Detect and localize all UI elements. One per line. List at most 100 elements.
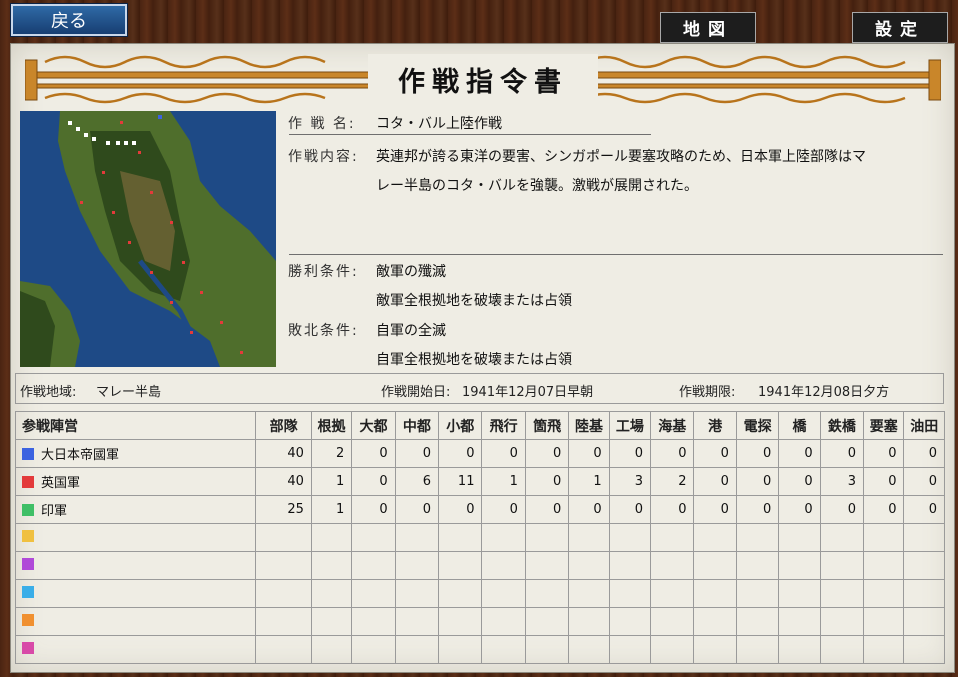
count-cell: 0 <box>903 467 945 496</box>
count-cell <box>735 635 780 664</box>
count-cell <box>255 607 312 636</box>
count-cell: 0 <box>438 439 483 468</box>
column-header: 港 <box>693 411 737 440</box>
count-cell: 0 <box>693 439 737 468</box>
count-cell <box>568 579 610 608</box>
count-cell <box>524 635 570 664</box>
count-cell <box>819 607 865 636</box>
defeat-condition-2: 自軍全根拠地を破壊または占領 <box>376 352 572 368</box>
faction-row[interactable] <box>14 551 945 580</box>
victory-label: 勝利条件: <box>288 264 359 280</box>
count-cell <box>903 523 945 552</box>
faction-color-swatch <box>22 558 34 570</box>
count-cell: 0 <box>903 495 945 524</box>
count-cell: 0 <box>863 439 905 468</box>
count-cell: 0 <box>481 439 526 468</box>
operation-content-label: 作戦内容: <box>288 149 359 165</box>
settings-button[interactable]: 設定 <box>852 12 948 43</box>
faction-cell <box>14 523 257 552</box>
count-cell <box>650 635 695 664</box>
column-header: 根拠 <box>310 411 353 440</box>
count-cell: 0 <box>778 495 821 524</box>
column-header: 工場 <box>608 411 652 440</box>
column-header: 飛行 <box>481 411 526 440</box>
operation-area-minimap[interactable] <box>20 111 276 367</box>
count-cell <box>819 635 865 664</box>
count-cell <box>608 551 652 580</box>
count-cell <box>524 551 570 580</box>
count-cell <box>735 551 780 580</box>
count-cell <box>863 551 905 580</box>
faction-row[interactable]: 英国軍 40 1 0 6 11 1 0 1 3 2 0 0 0 3 0 0 <box>14 467 945 496</box>
count-cell <box>255 635 312 664</box>
count-cell <box>481 579 526 608</box>
column-header: 油田 <box>903 411 945 440</box>
count-cell <box>778 551 821 580</box>
count-cell <box>650 551 695 580</box>
count-cell <box>693 551 737 580</box>
count-cell <box>255 579 312 608</box>
faction-row[interactable] <box>14 635 945 664</box>
count-cell <box>903 579 945 608</box>
count-cell: 6 <box>394 467 440 496</box>
count-cell <box>693 523 737 552</box>
count-cell <box>438 579 483 608</box>
operation-area: マレー半島 <box>96 385 162 400</box>
operation-period-bar: 作戦地域: マレー半島 作戦開始日: 1941年12月07日早朝 作戦期限: 1… <box>15 373 944 404</box>
operation-order-sheet: 作戦指令書 作 戦 名: コタ・バル上陸作戦 作戦内容: 英連邦が誇る東洋の要害… <box>10 43 955 673</box>
count-cell <box>778 607 821 636</box>
count-cell: 0 <box>568 439 610 468</box>
count-cell <box>310 607 353 636</box>
count-cell <box>568 523 610 552</box>
count-cell <box>310 635 353 664</box>
column-header: 箇飛 <box>524 411 570 440</box>
count-cell: 0 <box>735 467 780 496</box>
back-button[interactable]: 戻る <box>10 3 128 37</box>
count-cell <box>438 635 483 664</box>
count-cell: 2 <box>310 439 353 468</box>
faction-row[interactable]: 大日本帝國軍 40 2 0 0 0 0 0 0 0 0 0 0 0 0 0 0 <box>14 439 945 468</box>
count-cell <box>778 523 821 552</box>
faction-row[interactable] <box>14 523 945 552</box>
faction-name: 大日本帝國軍 <box>41 448 120 463</box>
count-cell: 1 <box>481 467 526 496</box>
operation-content-line2: レー半島のコタ・バルを強襲。激戦が展開された。 <box>376 178 698 194</box>
faction-row[interactable] <box>14 607 945 636</box>
count-cell <box>524 607 570 636</box>
divider <box>289 254 943 255</box>
count-cell <box>255 523 312 552</box>
page-title: 作戦指令書 <box>398 67 568 98</box>
faction-cell <box>14 607 257 636</box>
count-cell <box>778 635 821 664</box>
count-cell <box>608 523 652 552</box>
count-cell <box>903 635 945 664</box>
faction-color-swatch <box>22 530 34 542</box>
faction-cell: 大日本帝國軍 <box>14 439 257 468</box>
faction-cell <box>14 635 257 664</box>
count-cell: 0 <box>524 495 570 524</box>
count-cell: 0 <box>568 495 610 524</box>
count-cell: 0 <box>903 439 945 468</box>
count-cell <box>819 579 865 608</box>
column-header: 大都 <box>351 411 396 440</box>
count-cell <box>863 523 905 552</box>
faction-color-swatch <box>22 586 34 598</box>
faction-row[interactable]: 印軍 25 1 0 0 0 0 0 0 0 0 0 0 0 0 0 0 <box>14 495 945 524</box>
area-label: 作戦地域: <box>20 385 77 400</box>
count-cell <box>778 579 821 608</box>
count-cell: 0 <box>351 467 396 496</box>
victory-condition-1: 敵軍の殲滅 <box>376 264 446 280</box>
count-cell <box>481 635 526 664</box>
count-cell <box>255 551 312 580</box>
faction-row[interactable] <box>14 579 945 608</box>
defeat-label: 敗北条件: <box>288 323 359 339</box>
count-cell <box>394 579 440 608</box>
count-cell: 11 <box>438 467 483 496</box>
divider <box>289 134 651 135</box>
deadline-date: 1941年12月08日夕方 <box>758 385 890 400</box>
count-cell: 1 <box>568 467 610 496</box>
count-cell <box>394 607 440 636</box>
map-button[interactable]: 地図 <box>660 12 756 43</box>
count-cell: 0 <box>608 495 652 524</box>
count-cell: 0 <box>693 467 737 496</box>
